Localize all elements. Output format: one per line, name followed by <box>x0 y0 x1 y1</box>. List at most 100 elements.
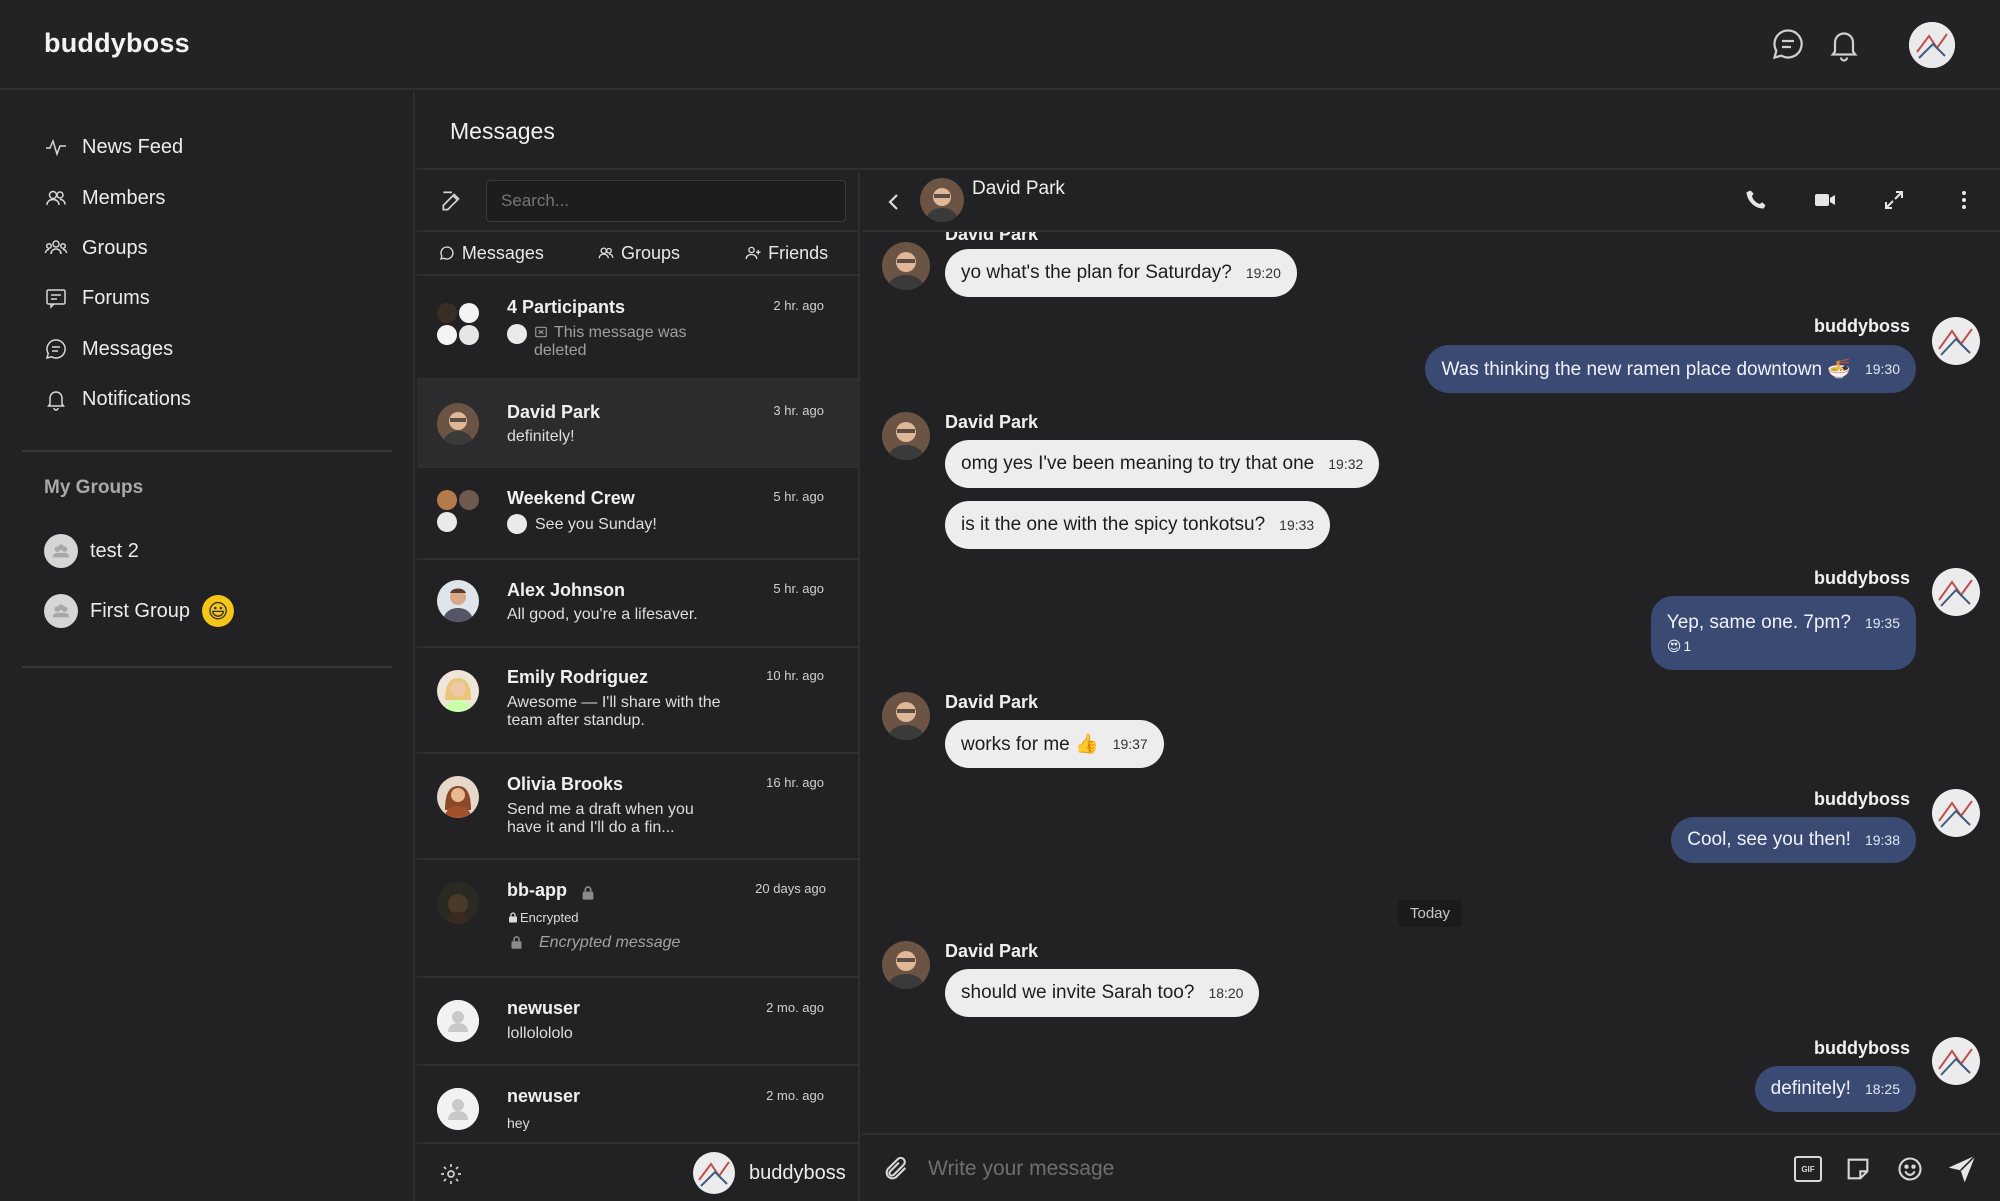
tab-groups[interactable]: Groups <box>565 232 713 274</box>
video-camera-icon[interactable] <box>1812 188 1838 217</box>
group-item-first-group[interactable]: First Group 😃 <box>44 593 235 629</box>
emoji-icon[interactable] <box>1896 1155 1924 1188</box>
site-logo[interactable]: buddyboss <box>44 28 190 59</box>
avatar <box>437 1088 479 1130</box>
avatar <box>437 670 479 712</box>
thread-preview: Encrypted message <box>539 934 681 951</box>
message-bubble-incoming[interactable]: works for me 👍 19:37 <box>945 720 1164 768</box>
sidebar-item-label: Messages <box>82 337 174 360</box>
chat-bubble-icon <box>439 246 454 260</box>
gear-icon[interactable] <box>439 1162 463 1191</box>
sidebar: News Feed Members Groups Forums Messages… <box>0 92 415 1201</box>
tab-friends[interactable]: Friends <box>712 232 860 274</box>
sidebar-item-label: Groups <box>82 236 148 259</box>
contact-avatar[interactable] <box>920 178 964 222</box>
thread-preview: All good, you're a lifesaver. <box>507 606 698 623</box>
sender-avatar <box>1932 568 1980 616</box>
message-reaction[interactable]: 😍 1 <box>1667 638 1691 655</box>
sticker-icon[interactable] <box>1844 1155 1872 1188</box>
search-input[interactable] <box>486 180 846 222</box>
thread-name: David Park <box>507 402 601 422</box>
thread-time: 3 hr. ago <box>773 403 824 418</box>
compose-icon[interactable] <box>439 188 467 216</box>
message-bubble-outgoing[interactable]: Cool, see you then! 19:38 <box>1671 817 1916 863</box>
message-input[interactable] <box>928 1151 1728 1187</box>
messages-icon[interactable] <box>1770 26 1806 62</box>
group-avatar-stack <box>437 490 481 534</box>
my-groups-heading: My Groups <box>44 477 144 498</box>
thread-list-pane: Messages Groups Friends 4 Participants 2… <box>417 172 860 1201</box>
tab-messages[interactable]: Messages <box>417 232 565 274</box>
thread-item[interactable]: Alex Johnson 5 hr. ago All good, you're … <box>417 560 860 648</box>
sender-name: buddyboss <box>1813 316 1910 336</box>
message-bubble-outgoing[interactable]: definitely! 18:25 <box>1754 1066 1916 1112</box>
thread-name: Weekend Crew <box>507 488 635 508</box>
paperclip-icon[interactable] <box>882 1155 910 1188</box>
message-bubble-incoming[interactable]: omg yes I've been meaning to try that on… <box>945 440 1380 488</box>
thread-name: Alex Johnson <box>507 580 626 600</box>
thread-item[interactable]: 4 Participants 2 hr. ago This message wa… <box>417 276 860 380</box>
tab-label: Groups <box>620 242 681 263</box>
thread-item[interactable]: David Park 3 hr. ago definitely! <box>417 380 860 468</box>
sidebar-item-label: News Feed <box>82 135 184 158</box>
sidebar-item-forums[interactable]: Forums <box>44 280 150 316</box>
sidebar-item-members[interactable]: Members <box>44 180 165 216</box>
thread-name: Olivia Brooks <box>507 774 624 794</box>
send-icon[interactable] <box>1946 1153 1978 1190</box>
sidebar-item-notifications[interactable]: Notifications <box>44 381 191 417</box>
sender-avatar <box>507 514 527 534</box>
message-bubble-outgoing[interactable]: Was thinking the new ramen place downtow… <box>1425 345 1916 393</box>
message-time: 19:33 <box>1279 517 1315 533</box>
group-label: First Group <box>90 599 191 622</box>
phone-icon[interactable] <box>1744 188 1768 217</box>
lock-icon <box>580 884 596 907</box>
message-time: 18:20 <box>1208 985 1244 1001</box>
top-bar: buddyboss <box>0 0 2000 90</box>
sender-avatar <box>882 242 930 290</box>
sidebar-item-messages[interactable]: Messages <box>44 331 173 367</box>
bell-icon[interactable] <box>1826 26 1862 62</box>
expand-icon[interactable] <box>1882 188 1906 217</box>
user-avatar[interactable] <box>1909 22 1955 68</box>
message-bubble-outgoing[interactable]: Yep, same one. 7pm? 19:35 😍 1 <box>1650 596 1916 670</box>
avatar <box>437 1000 479 1042</box>
thread-item[interactable]: newuser 2 mo. ago lollolololo <box>417 978 860 1066</box>
footer-avatar[interactable] <box>693 1152 735 1194</box>
sidebar-item-news-feed[interactable]: News Feed <box>44 129 183 165</box>
thread-name: bb-app <box>507 880 567 900</box>
lock-icon <box>509 934 524 956</box>
group-item-test-2[interactable]: test 2 <box>44 533 139 569</box>
thread-time: 5 hr. ago <box>773 581 824 596</box>
more-options-icon[interactable] <box>1952 188 1976 217</box>
reaction-emoji: 😍 <box>1666 637 1682 654</box>
thread-time: 20 days ago <box>755 881 826 896</box>
sidebar-item-label: Members <box>82 186 166 209</box>
thread-item[interactable]: Emily Rodriguez 10 hr. ago Awesome — I'l… <box>417 648 860 754</box>
message-text: is it the one with the spicy tonkotsu? <box>961 514 1266 535</box>
back-chevron-icon[interactable] <box>882 190 906 219</box>
message-bubble-incoming[interactable]: yo what's the plan for Saturday? 19:20 <box>945 249 1297 297</box>
thread-item[interactable]: Weekend Crew 5 hr. ago See you Sunday! <box>417 468 860 560</box>
thread-name: newuser <box>507 1086 581 1106</box>
thread-item[interactable]: Olivia Brooks 16 hr. ago Send me a draft… <box>417 754 860 860</box>
contact-name[interactable]: David Park <box>972 178 1065 200</box>
sender-avatar <box>1932 317 1980 365</box>
members-icon <box>46 190 66 206</box>
thread-preview: definitely! <box>507 428 575 445</box>
thread-time: 5 hr. ago <box>773 489 824 504</box>
message-thread: David Park yo what's the plan for Saturd… <box>862 232 2000 1201</box>
message-bubble-incoming[interactable]: should we invite Sarah too? 18:20 <box>945 969 1260 1017</box>
sender-avatar <box>882 941 930 989</box>
message-bubble-incoming[interactable]: is it the one with the spicy tonkotsu? 1… <box>945 501 1331 549</box>
message-time: 19:37 <box>1112 736 1148 752</box>
gif-icon[interactable]: GIF <box>1794 1156 1822 1182</box>
thread-item[interactable]: newuser 2 mo. ago hey <box>417 1066 860 1142</box>
sidebar-item-groups[interactable]: Groups <box>44 230 148 266</box>
reaction-count: 1 <box>1683 638 1692 654</box>
sender-avatar <box>882 692 930 740</box>
message-text: Cool, see you then! <box>1687 829 1851 850</box>
thread-preview: See you Sunday! <box>535 516 657 533</box>
thread-item[interactable]: bb-app 20 days ago Encrypted Encrypted m… <box>417 860 860 978</box>
message-time: 19:38 <box>1864 832 1900 848</box>
sender-name: buddyboss <box>1813 568 1910 588</box>
